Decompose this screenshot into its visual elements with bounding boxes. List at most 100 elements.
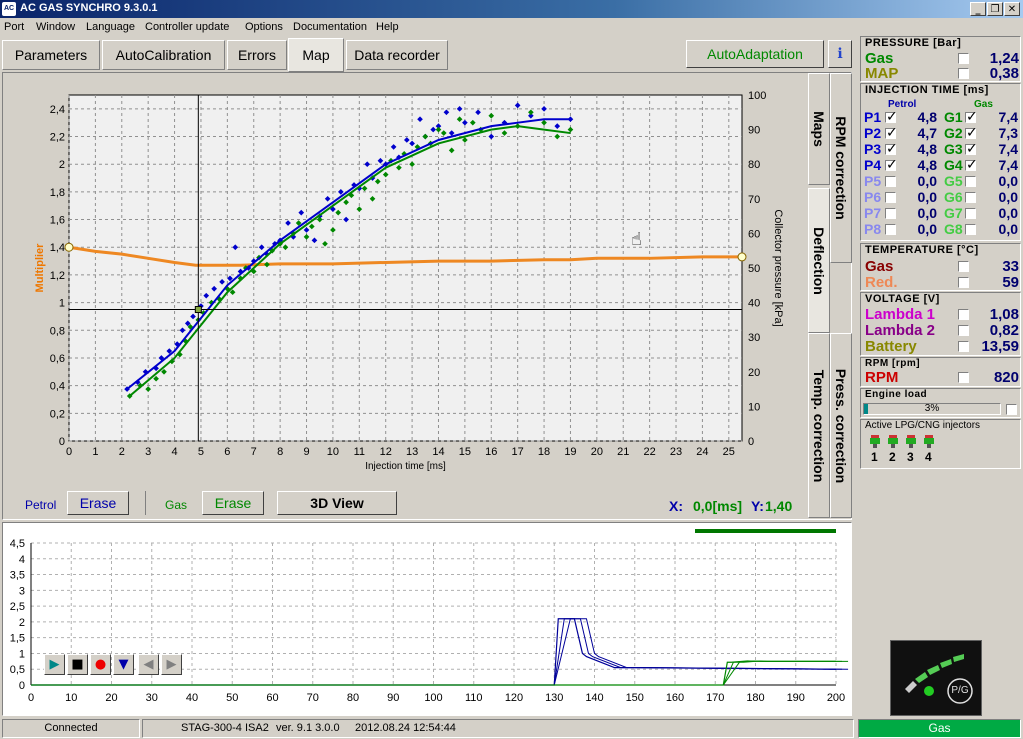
tab-maps[interactable]: Maps: [808, 73, 830, 185]
x-tick-label: 21: [617, 446, 629, 458]
menu-bar: Port Window Language Controller update O…: [0, 18, 1023, 38]
play-icon[interactable]: ▶: [44, 654, 65, 675]
gas-erase-button[interactable]: Erase: [202, 491, 264, 515]
gas-injector-checkbox[interactable]: ✓: [965, 158, 978, 172]
gas-injector-label: G5: [944, 173, 963, 189]
pressure-gas-checkbox[interactable]: [958, 53, 969, 64]
tab-autocalibration[interactable]: AutoCalibration: [102, 40, 225, 70]
x-tick-label: 80: [347, 692, 359, 704]
petrol-injector-label: P4: [864, 157, 882, 173]
gas-injector-checkbox[interactable]: ✓: [965, 110, 978, 124]
gas-injector-checkbox[interactable]: [965, 192, 976, 203]
menu-documentation[interactable]: Documentation: [293, 21, 367, 33]
petrol-injector-checkbox[interactable]: [885, 176, 896, 187]
y-tick-label: 4: [19, 554, 25, 566]
stop-icon[interactable]: ■: [67, 654, 88, 675]
temperature-gas-checkbox[interactable]: [958, 261, 969, 272]
x-tick-label: 14: [432, 446, 444, 458]
x-tick-label: 19: [564, 446, 576, 458]
menu-port[interactable]: Port: [4, 21, 24, 33]
help-info-icon[interactable]: ℹ: [828, 40, 852, 68]
petrol-injector-checkbox[interactable]: [885, 224, 896, 235]
gas-injector-checkbox[interactable]: ✓: [965, 142, 978, 156]
petrol-injector-checkbox[interactable]: [885, 208, 896, 219]
tab-deflection[interactable]: Deflection: [808, 188, 830, 333]
y-tick-label: 4,5: [10, 538, 25, 550]
tab-data-recorder[interactable]: Data recorder: [346, 40, 448, 70]
tab-parameters[interactable]: Parameters: [2, 40, 100, 70]
engine-load-checkbox[interactable]: [1006, 404, 1017, 415]
petrol-injector-checkbox[interactable]: ✓: [885, 142, 898, 156]
tab-temp-correction[interactable]: Temp. correction: [808, 333, 830, 518]
save-icon[interactable]: ▼: [113, 654, 134, 675]
multiplier-handle-left: [64, 242, 74, 252]
petrol-injector-checkbox[interactable]: ✓: [885, 126, 898, 140]
injection-time-group: INJECTION TIME [ms] Petrol Gas P1 ✓ 4,8 G1 ✓…: [860, 83, 1021, 241]
tab-map[interactable]: Map: [288, 38, 344, 72]
minimize-icon[interactable]: _: [970, 2, 986, 16]
gas-injector-label: G3: [944, 141, 963, 157]
petrol-injector-value: 0,0: [917, 173, 937, 189]
y2-tick-label: 80: [748, 159, 760, 171]
tab-rpm-correction[interactable]: RPM correction: [830, 73, 852, 263]
gas-injector-checkbox[interactable]: [965, 208, 976, 219]
injection-map-chart[interactable]: 0 1 2 3 4 5 6 7 8 9 10 11 12 13 14 15 16 17 18 19 20 21 22 23 24…: [3, 73, 811, 483]
petrol-injector-checkbox[interactable]: ✓: [885, 110, 898, 124]
menu-help[interactable]: Help: [376, 21, 399, 33]
petrol-erase-button[interactable]: Erase: [67, 491, 129, 515]
x-tick-label: 16: [485, 446, 497, 458]
forward-icon[interactable]: ▶: [161, 654, 182, 675]
pressure-map-checkbox[interactable]: [958, 68, 969, 79]
menu-controller-update[interactable]: Controller update: [145, 21, 229, 33]
view-3d-button[interactable]: 3D View: [277, 491, 397, 515]
y2-tick-label: 60: [748, 228, 760, 240]
x-tick-label: 5: [198, 446, 204, 458]
record-icon[interactable]: ●: [90, 654, 111, 675]
petrol-injector-label: P8: [864, 221, 882, 237]
y-axis-label: Multiplier: [34, 243, 46, 293]
y2-axis-label: Collector pressure [kPa]: [772, 209, 784, 326]
rpm-checkbox[interactable]: [958, 372, 969, 383]
x-tick-label: 100: [424, 692, 442, 704]
gas-injector-checkbox[interactable]: [965, 176, 976, 187]
tab-errors[interactable]: Errors: [227, 40, 287, 70]
temperature-gas-label: Gas: [865, 258, 894, 275]
x-tick-label: 8: [277, 446, 283, 458]
voltage-lambda1-checkbox[interactable]: [958, 309, 969, 320]
active-injectors-group: Active LPG/CNG injectors 1234: [860, 419, 1021, 469]
x-tick-label: 22: [644, 446, 656, 458]
y2-tick-label: 90: [748, 125, 760, 137]
petrol-injector-value: 4,8: [917, 141, 937, 157]
voltage-battery-checkbox[interactable]: [958, 341, 969, 352]
voltage-lambda2-checkbox[interactable]: [958, 325, 969, 336]
tab-deflection-label: Deflection: [811, 226, 827, 295]
tab-rpm-correction-label: RPM correction: [833, 116, 849, 220]
temperature-red-checkbox[interactable]: [958, 277, 969, 288]
menu-language[interactable]: Language: [86, 21, 135, 33]
x-tick-label: 15: [459, 446, 471, 458]
close-icon[interactable]: ✕: [1004, 2, 1020, 16]
fuel-switch[interactable]: P/G: [890, 640, 982, 716]
tab-press-correction[interactable]: Press. correction: [830, 333, 852, 518]
y-tick-label: 0,2: [50, 408, 65, 420]
restore-icon[interactable]: ❐: [987, 2, 1003, 16]
autoadaptation-button[interactable]: AutoAdaptation: [686, 40, 824, 68]
gas-injector-value: 7,4: [998, 157, 1018, 173]
x-tick-label: 0: [28, 692, 34, 704]
voltage-group: VOLTAGE [V] Lambda 1 1,08 Lambda 2 0,82 …: [860, 292, 1021, 356]
gas-injector-value: 7,4: [998, 141, 1018, 157]
menu-window[interactable]: Window: [36, 21, 75, 33]
gas-injector-checkbox[interactable]: [965, 224, 976, 235]
gas-injector-checkbox[interactable]: ✓: [965, 126, 978, 140]
x-tick-label: 10: [327, 446, 339, 458]
menu-options[interactable]: Options: [245, 21, 283, 33]
x-tick-label: 2: [119, 446, 125, 458]
injector-number: 2: [889, 450, 896, 464]
petrol-injector-checkbox[interactable]: ✓: [885, 158, 898, 172]
y-tick-label: 0,5: [10, 664, 25, 676]
back-icon[interactable]: ◀: [138, 654, 159, 675]
petrol-injector-checkbox[interactable]: [885, 192, 896, 203]
cursor-x-value: 0,0[ms]: [693, 498, 743, 514]
recorder-chart[interactable]: 0 10 20 30 40 50 60 70 80 90 100 110 120 130 140 150 160…: [3, 523, 849, 713]
x-tick-label: 200: [827, 692, 845, 704]
